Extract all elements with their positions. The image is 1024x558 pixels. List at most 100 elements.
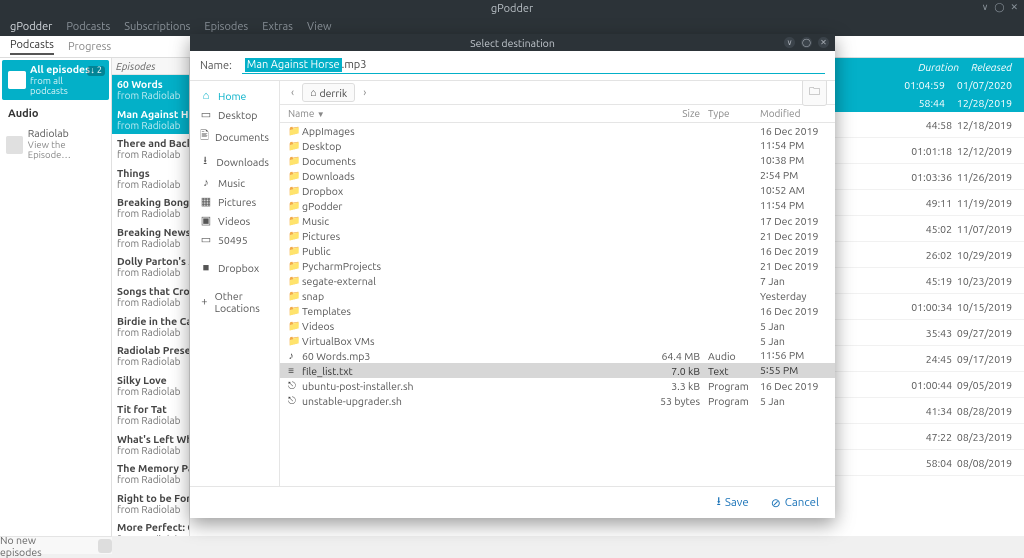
all-episodes-item[interactable]: All episodes from all podcasts ↓ 2 — [2, 60, 109, 100]
file-icon: 📁 — [284, 230, 298, 242]
downloads-icon: ⭳ — [200, 152, 210, 171]
place-pictures[interactable]: ▦Pictures — [190, 192, 279, 211]
dialog-min-icon[interactable]: ∨ — [784, 37, 795, 48]
episode-row[interactable]: More Perfect: Cfrom Radiolab — [112, 518, 189, 536]
file-row[interactable]: 📁 PycharmProjects 21 Dec 2019 — [280, 258, 835, 273]
all-episodes-sub: from all podcasts — [30, 76, 103, 97]
minimize-icon[interactable]: ∨ — [982, 2, 989, 13]
file-row[interactable]: ♪ 60 Words.mp3 64.4 MB Audio 11∶56 PM — [280, 348, 835, 363]
titlebar: gPodder ∨ ◯ ✕ — [0, 0, 1024, 18]
episode-row[interactable]: Thingsfrom Radiolab — [112, 164, 189, 194]
episode-row[interactable]: Silky Lovefrom Radiolab — [112, 371, 189, 401]
filename-input[interactable]: Man Against Horse.mp3 — [242, 57, 825, 74]
file-row[interactable]: 📁 AppImages 16 Dec 2019 — [280, 123, 835, 138]
save-button[interactable]: ⭳Save — [717, 492, 749, 513]
file-row[interactable]: 📁 Public 16 Dec 2019 — [280, 243, 835, 258]
maximize-icon[interactable]: ◯ — [994, 2, 1004, 13]
file-row[interactable]: 📁 VirtualBox VMs 5 Jan — [280, 333, 835, 348]
place-documents[interactable]: 🖹Documents — [190, 124, 279, 149]
place-desktop[interactable]: ▭Desktop — [190, 105, 279, 124]
col-size[interactable]: Size — [652, 108, 704, 119]
place-home[interactable]: ⌂Home — [190, 87, 279, 105]
episode-row[interactable]: There and Back Afrom Radiolab — [112, 134, 189, 164]
file-columns: Name ▼ Size Type Modified — [280, 105, 835, 123]
podcast-icon — [6, 136, 23, 154]
episode-row[interactable]: Right to be Forgfrom Radiolab — [112, 489, 189, 519]
episode-row[interactable]: What's Left Whefrom Radiolab — [112, 430, 189, 460]
file-icon: 📁 — [284, 185, 298, 197]
place-50495[interactable]: ▭50495 — [190, 230, 279, 249]
file-row[interactable]: 📁 Documents 10∶38 PM — [280, 153, 835, 168]
tab-progress[interactable]: Progress — [68, 41, 111, 53]
place-videos[interactable]: ▣Videos — [190, 211, 279, 230]
file-row[interactable]: 📁 Downloads 2∶54 PM — [280, 168, 835, 183]
path-bar: ‹ ⌂derrik › 🗀 — [280, 81, 835, 105]
tab-podcasts[interactable]: Podcasts — [10, 39, 54, 55]
file-icon: 📁 — [284, 245, 298, 257]
file-icon: 📁 — [284, 155, 298, 167]
50495-icon: ▭ — [200, 233, 212, 246]
file-row[interactable]: 📁 Dropbox 10∶52 AM — [280, 183, 835, 198]
episode-row[interactable]: Breaking Newsfrom Radiolab — [112, 223, 189, 253]
episode-row[interactable]: Songs that Crosfrom Radiolab — [112, 282, 189, 312]
episode-row[interactable]: Man Against Hfrom Radiolab — [112, 105, 189, 135]
episode-row[interactable]: Birdie in the Cagfrom Radiolab — [112, 312, 189, 342]
home-icon: ⌂ — [310, 86, 316, 99]
menu-podcasts[interactable]: Podcasts — [66, 21, 110, 33]
col-modified[interactable]: Modified — [756, 108, 831, 119]
file-row[interactable]: 📁 Videos 5 Jan — [280, 318, 835, 333]
new-folder-icon: 🗀 — [809, 86, 820, 98]
cancel-button[interactable]: ⊘Cancel — [771, 496, 819, 510]
path-back-icon[interactable]: ‹ — [288, 87, 297, 99]
episode-list-header: Episodes — [112, 58, 189, 75]
file-row[interactable]: 📁 Templates 16 Dec 2019 — [280, 303, 835, 318]
col-name[interactable]: Name ▼ — [284, 108, 652, 119]
path-fwd-icon[interactable]: › — [360, 87, 369, 99]
other-locations[interactable]: + Other Locations — [190, 287, 279, 317]
file-icon: 📁 — [284, 320, 298, 332]
episode-row[interactable]: The Memory Palfrom Radiolab — [112, 459, 189, 489]
new-folder-button[interactable]: 🗀 — [802, 81, 827, 106]
place-downloads[interactable]: ⭳Downloads — [190, 149, 279, 174]
episode-row[interactable]: 60 Wordsfrom Radiolab — [112, 75, 189, 105]
file-row[interactable]: 📁 Desktop 11∶54 PM — [280, 138, 835, 153]
statusbar: No new episodes — [0, 536, 112, 554]
place-music[interactable]: ♪Music — [190, 174, 279, 192]
episode-row[interactable]: Breaking Bongafrom Radiolab — [112, 193, 189, 223]
menu-gpodder[interactable]: gPodder — [10, 21, 52, 33]
dialog-close-icon[interactable]: ✕ — [818, 37, 829, 48]
dialog-max-icon[interactable]: ◯ — [801, 37, 812, 48]
home-icon: ⌂ — [200, 90, 212, 102]
file-row[interactable]: 📁 snap Yesterday — [280, 288, 835, 303]
file-icon: ≡ — [284, 365, 298, 377]
refresh-icon[interactable] — [98, 539, 112, 553]
file-row[interactable]: 📁 segate-external 7 Jan — [280, 273, 835, 288]
podcast-radiolab[interactable]: Radiolab View the Episode… — [0, 126, 111, 162]
download-icon: ↓ — [90, 66, 95, 76]
file-row[interactable]: ⎋ unstable-upgrader.sh 53 bytes Program … — [280, 393, 835, 408]
episode-row[interactable]: Tit for Tatfrom Radiolab — [112, 400, 189, 430]
file-row[interactable]: 📁 Music 17 Dec 2019 — [280, 213, 835, 228]
file-row[interactable]: 📁 gPodder 11∶54 PM — [280, 198, 835, 213]
file-row[interactable]: 📁 Pictures 21 Dec 2019 — [280, 228, 835, 243]
plus-icon: + — [200, 296, 209, 308]
window-title: gPodder — [491, 3, 533, 15]
menu-view[interactable]: View — [307, 21, 332, 33]
menu-subscriptions[interactable]: Subscriptions — [124, 21, 190, 33]
download-badge: ↓ 2 — [87, 66, 105, 76]
close-icon[interactable]: ✕ — [1010, 2, 1018, 13]
file-row[interactable]: ≡ file_list.txt 7.0 kB Text 5∶55 PM — [280, 363, 835, 378]
place-dropbox[interactable]: ■Dropbox — [190, 259, 279, 277]
filename-selected: Man Against Horse — [245, 58, 342, 72]
places-sidebar: ⌂Home▭Desktop🖹Documents⭳Downloads♪Music▦… — [190, 81, 280, 486]
path-home[interactable]: ⌂derrik — [302, 83, 355, 102]
menu-extras[interactable]: Extras — [262, 21, 293, 33]
file-icon: ⎋ — [284, 380, 298, 392]
filename-ext: .mp3 — [342, 59, 367, 71]
sort-icon: ▼ — [317, 110, 325, 119]
episode-row[interactable]: Radiolab Presenfrom Radiolab — [112, 341, 189, 371]
menu-episodes[interactable]: Episodes — [204, 21, 248, 33]
episode-row[interactable]: Dolly Parton's Afrom Radiolab — [112, 252, 189, 282]
file-row[interactable]: ⎋ ubuntu-post-installer.sh 3.3 kB Progra… — [280, 378, 835, 393]
col-type[interactable]: Type — [704, 108, 756, 119]
